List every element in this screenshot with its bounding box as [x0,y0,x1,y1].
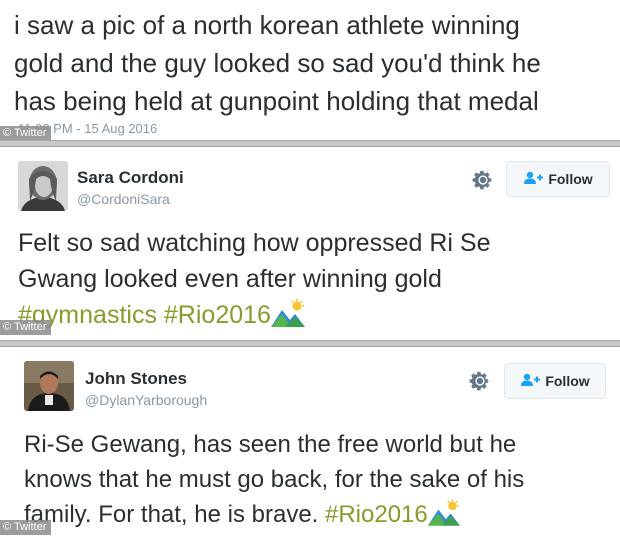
add-user-icon [520,373,541,390]
gear-icon[interactable] [469,370,491,392]
follow-button-label: Follow [548,171,593,187]
user-handle[interactable]: @CordoniSara [77,191,170,207]
add-user-icon [523,171,544,188]
tweet-1-line-3: has being held at gunpoint holding that … [14,86,539,116]
tweet-3-line-2: knows that he must go back, for the sake… [24,466,525,493]
tweet-1-text: i saw a pic of a north korean athlete wi… [14,6,614,120]
tweet-2-line-2: Gwang looked even after winning gold [18,265,442,293]
tweet-panel-2: Sara Cordoni @CordoniSara Follow Felt so… [0,147,620,340]
user-display-name[interactable]: Sara Cordoni [77,168,184,188]
tweet-2-line-1: Felt so sad watching how oppressed Ri Se [18,229,491,257]
tweet-panel-1: i saw a pic of a north korean athlete wi… [0,0,620,140]
tweet-3-text: Ri-Se Gewang, has seen the free world bu… [24,427,616,536]
panel-divider [0,340,620,347]
tweet-2-text: Felt so sad watching how oppressed Ri Se… [18,225,613,337]
twitter-credit-badge: © Twitter [0,320,52,335]
user-display-name[interactable]: John Stones [85,369,187,389]
tweet-1-line-1: i saw a pic of a north korean athlete wi… [14,10,520,40]
tweet-panel-3: John Stones @DylanYarborough Follow Ri-S… [0,347,620,538]
avatar[interactable] [24,361,74,411]
landscape-emoji-icon [270,299,305,337]
user-handle[interactable]: @DylanYarborough [85,392,207,408]
panel-divider [0,140,620,147]
tweet-3-line-3: family. For that, he is brave. [24,501,319,528]
hashtag-link[interactable]: #Rio2016 [164,301,271,329]
follow-button-label: Follow [545,373,590,389]
tweet-1-line-2: gold and the guy looked so sad you'd thi… [14,48,541,78]
avatar[interactable] [18,161,68,211]
hashtag-link[interactable]: #Rio2016 [325,501,428,528]
landscape-emoji-icon [427,499,460,536]
twitter-credit-badge: © Twitter [0,126,52,140]
gear-icon[interactable] [472,169,494,191]
follow-button[interactable]: Follow [506,161,610,197]
tweet-3-line-1: Ri-Se Gewang, has seen the free world bu… [24,431,517,458]
twitter-credit-badge: © Twitter [0,520,52,535]
follow-button[interactable]: Follow [504,363,606,399]
